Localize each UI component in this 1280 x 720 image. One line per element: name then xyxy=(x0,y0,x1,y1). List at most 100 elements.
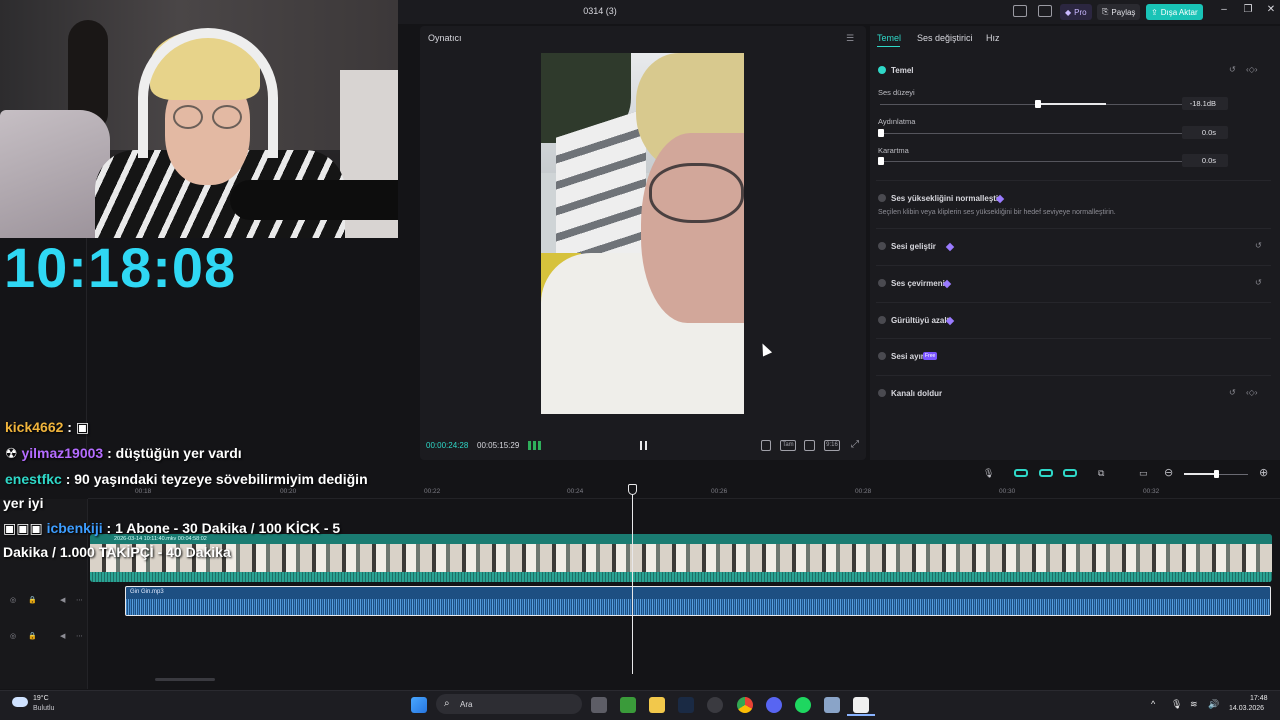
audio-meter xyxy=(528,441,542,450)
window-title: 0314 (3) xyxy=(583,6,617,16)
video-clip-thumbnails xyxy=(90,544,1272,572)
github-icon[interactable] xyxy=(707,697,723,713)
speaker-icon[interactable]: ◀ xyxy=(60,596,65,604)
steam-icon[interactable] xyxy=(678,697,694,713)
video-clip[interactable]: 2026-03-14 10:11:40.mkv 00:04:58:02 xyxy=(90,534,1272,582)
reset-icon[interactable]: ↺ xyxy=(1229,388,1236,397)
keyframe-icon[interactable]: ‹◇› xyxy=(1246,65,1257,74)
share-button[interactable]: ⎘ Paylaş xyxy=(1097,4,1141,20)
export-button[interactable]: ⇪ Dışa Aktar xyxy=(1146,4,1203,20)
panel-icon[interactable] xyxy=(1038,5,1052,17)
fadein-value[interactable]: 0.0s xyxy=(1182,126,1228,139)
file-explorer-icon[interactable] xyxy=(649,697,665,713)
caption-icon[interactable]: ▭ xyxy=(1139,468,1148,479)
taskbar-time[interactable]: 17:48 xyxy=(1250,695,1268,702)
app-icon[interactable] xyxy=(824,697,840,713)
maximize-icon[interactable]: ❐ xyxy=(1241,4,1255,15)
cloud-icon[interactable] xyxy=(12,697,28,707)
tab-voice-changer[interactable]: Ses değiştirici xyxy=(917,33,973,43)
horizontal-scrollbar[interactable] xyxy=(155,678,215,681)
zoom-fill xyxy=(1184,473,1216,475)
chevron-up-icon[interactable]: ^ xyxy=(1151,699,1155,709)
divider xyxy=(876,302,1271,303)
zoom-knob[interactable] xyxy=(1214,470,1219,478)
crop-icon[interactable] xyxy=(761,440,771,451)
visibility-icon[interactable]: ◎ xyxy=(10,632,16,640)
chrome-icon[interactable] xyxy=(737,697,753,713)
preview-axis-icon[interactable] xyxy=(1063,469,1077,477)
microphone-icon[interactable]: 🎙 xyxy=(983,468,994,479)
emote-icon: ▣ xyxy=(75,419,90,435)
speaker-icon[interactable]: ◀ xyxy=(60,632,65,640)
basic-checkbox[interactable] xyxy=(878,66,886,74)
spotify-icon[interactable] xyxy=(795,697,811,713)
playhead-handle[interactable] xyxy=(628,484,637,495)
fadein-knob[interactable] xyxy=(878,129,884,137)
video-face xyxy=(641,133,744,323)
fill-channel-checkbox[interactable] xyxy=(878,389,886,397)
fadein-slider[interactable] xyxy=(880,133,1182,134)
taskbar-date[interactable]: 14.03.2026 xyxy=(1229,705,1264,712)
visibility-icon[interactable]: ◎ xyxy=(10,596,16,604)
keyframe-icon[interactable]: ‹◇› xyxy=(1246,388,1257,397)
reset-icon[interactable]: ↺ xyxy=(1255,241,1262,250)
ruler-tick: 00:22 xyxy=(424,488,441,495)
timeline-ruler[interactable] xyxy=(88,485,1280,499)
pause-button[interactable] xyxy=(640,441,647,450)
close-icon[interactable]: ✕ xyxy=(1264,4,1278,15)
microphone-icon[interactable]: 🎙 xyxy=(1171,699,1182,710)
volume-icon[interactable]: 🔊 xyxy=(1208,699,1219,710)
chat-message-continued: Dakika / 1.000 TAKİPÇİ - 40 Dakika xyxy=(3,544,231,560)
fadeout-value[interactable]: 0.0s xyxy=(1182,154,1228,167)
chat-message-continued: yer iyi xyxy=(3,495,43,511)
split-icon[interactable]: ⧉ xyxy=(1098,468,1104,479)
zoom-out-icon[interactable]: ⊖ xyxy=(1164,466,1173,479)
menu-icon[interactable]: ☰ xyxy=(846,33,854,44)
tab-speed[interactable]: Hız xyxy=(986,33,1000,43)
capcut-icon[interactable] xyxy=(853,697,869,713)
weather-temperature[interactable]: 19°C xyxy=(33,695,49,702)
minimize-icon[interactable]: – xyxy=(1217,4,1231,15)
reset-icon[interactable]: ↺ xyxy=(1255,278,1262,287)
fadeout-label: Karartma xyxy=(878,146,909,155)
layout-icon[interactable] xyxy=(1013,5,1027,17)
minecraft-icon[interactable] xyxy=(620,697,636,713)
tab-basic[interactable]: Temel xyxy=(877,33,901,43)
lock-icon[interactable]: 🔒 xyxy=(28,632,37,640)
start-icon[interactable] xyxy=(411,697,427,713)
link-icon[interactable] xyxy=(1039,469,1053,477)
translate-checkbox[interactable] xyxy=(878,279,886,287)
weather-status[interactable]: Bulutlu xyxy=(33,705,54,712)
pro-button[interactable]: ◆ Pro xyxy=(1060,4,1092,20)
magnet-icon[interactable] xyxy=(1014,469,1028,477)
fadeout-knob[interactable] xyxy=(878,157,884,165)
search-box[interactable] xyxy=(436,694,582,714)
volume-value[interactable]: -18.1dB xyxy=(1182,97,1228,110)
diamond-icon: ◆ xyxy=(1065,7,1072,17)
normalize-description: Seçilen klibin veya kliplerin ses yüksek… xyxy=(878,209,1116,216)
wifi-icon[interactable]: ≋ xyxy=(1190,699,1198,710)
volume-knob[interactable] xyxy=(1035,100,1041,108)
normalize-checkbox[interactable] xyxy=(878,194,886,202)
reset-icon[interactable]: ↺ xyxy=(1229,65,1236,74)
more-icon[interactable]: ⋯ xyxy=(76,596,83,604)
zoom-in-icon[interactable]: ⊕ xyxy=(1259,466,1268,479)
playhead[interactable] xyxy=(632,484,633,674)
fullscreen-icon[interactable]: ⤢ xyxy=(850,440,860,451)
ratio-button[interactable]: 9:16 xyxy=(824,440,840,451)
task-view-icon[interactable] xyxy=(591,697,607,713)
discord-icon[interactable] xyxy=(766,697,782,713)
denoise-checkbox[interactable] xyxy=(878,316,886,324)
chat-text: düştüğün yer vardı xyxy=(115,445,242,461)
fadeout-slider[interactable] xyxy=(880,161,1182,162)
taskbar xyxy=(0,690,1280,720)
volume-slider[interactable] xyxy=(880,104,1182,105)
snapshot-icon[interactable] xyxy=(804,440,815,451)
video-preview[interactable] xyxy=(541,53,744,414)
audio-clip[interactable]: Gin Gin.mp3 xyxy=(125,586,1271,616)
more-icon[interactable]: ⋯ xyxy=(76,632,83,640)
quality-button[interactable]: Tam xyxy=(780,440,796,451)
enhance-checkbox[interactable] xyxy=(878,242,886,250)
lock-icon[interactable]: 🔒 xyxy=(28,596,37,604)
separate-checkbox[interactable] xyxy=(878,352,886,360)
